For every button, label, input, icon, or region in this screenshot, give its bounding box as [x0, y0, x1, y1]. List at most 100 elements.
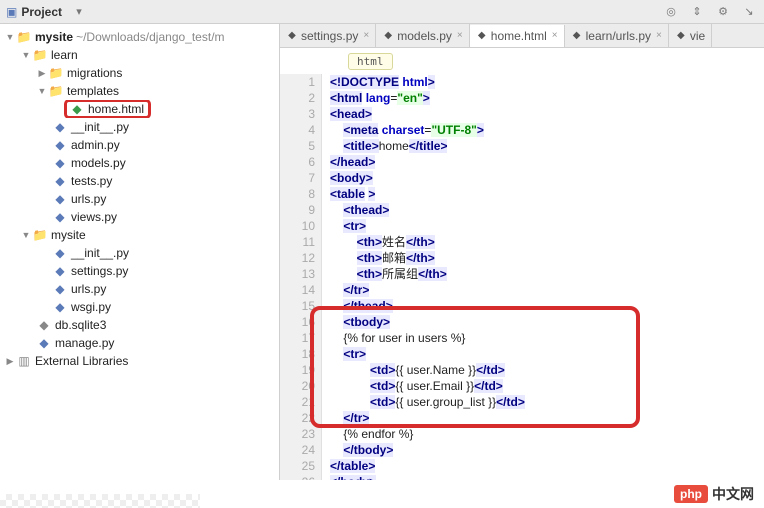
tab-home-html[interactable]: ◆ home.html ×: [470, 25, 565, 48]
tab-views[interactable]: ◆ vie: [669, 24, 712, 47]
tree-file-db[interactable]: ◆ db.sqlite3: [0, 316, 279, 334]
watermark-text: 中文网: [712, 484, 754, 504]
checker-background: [0, 494, 200, 508]
close-icon[interactable]: ×: [363, 30, 369, 41]
code-line[interactable]: </head>: [330, 154, 764, 170]
folder-icon: 📁: [32, 228, 48, 242]
tree-file-admin[interactable]: ◆ admin.py: [0, 136, 279, 154]
tree-label: models.py: [71, 156, 126, 170]
breadcrumb-item[interactable]: html: [348, 53, 393, 70]
tree-file-models[interactable]: ◆ models.py: [0, 154, 279, 172]
python-file-icon: ◆: [52, 282, 68, 296]
chevron-right-icon[interactable]: ▶: [4, 356, 16, 367]
tree-file-init[interactable]: ◆ __init__.py: [0, 118, 279, 136]
tab-models[interactable]: ◆ models.py ×: [376, 24, 470, 47]
chevron-right-icon[interactable]: ▶: [36, 68, 48, 79]
code-line[interactable]: </thead>: [330, 298, 764, 314]
code-line[interactable]: {% for user in users %}: [330, 330, 764, 346]
chevron-down-icon[interactable]: ▼: [4, 32, 16, 42]
tree-label: mysite: [51, 228, 86, 242]
code-line[interactable]: <table >: [330, 186, 764, 202]
code-line[interactable]: <td>{{ user.Name }}</td>: [330, 362, 764, 378]
tree-label: urls.py: [71, 282, 106, 296]
code-line[interactable]: <th>姓名</th>: [330, 234, 764, 250]
code-line[interactable]: <title>home</title>: [330, 138, 764, 154]
python-file-icon: ◆: [675, 30, 687, 42]
code-line[interactable]: </tr>: [330, 282, 764, 298]
python-file-icon: ◆: [52, 300, 68, 314]
collapse-icon[interactable]: ⇕: [688, 3, 706, 21]
code-line[interactable]: <tr>: [330, 218, 764, 234]
project-icon: ▣: [6, 5, 17, 19]
tree-label: home.html: [88, 102, 144, 116]
dropdown-icon[interactable]: ▾: [70, 3, 88, 21]
tree-label: db.sqlite3: [55, 318, 106, 332]
code-line[interactable]: <body>: [330, 170, 764, 186]
tree-label: External Libraries: [35, 354, 128, 368]
code-line[interactable]: <thead>: [330, 202, 764, 218]
tree-path: ~/Downloads/django_test/m: [73, 30, 225, 44]
tree-folder-templates[interactable]: ▼ 📁 templates: [0, 82, 279, 100]
tree-label: urls.py: [71, 192, 106, 206]
watermark: php 中文网: [674, 480, 754, 508]
code-line[interactable]: <!DOCTYPE html>: [330, 74, 764, 90]
code-line[interactable]: </table>: [330, 458, 764, 474]
close-icon[interactable]: ×: [656, 30, 662, 41]
code-line[interactable]: </tr>: [330, 410, 764, 426]
tab-label: home.html: [491, 29, 547, 43]
tree-file-wsgi[interactable]: ◆ wsgi.py: [0, 298, 279, 316]
code-line[interactable]: <th>所属组</th>: [330, 266, 764, 282]
tree-file-mysite-init[interactable]: ◆ __init__.py: [0, 244, 279, 262]
breadcrumb: html: [280, 48, 764, 74]
tree-file-urls[interactable]: ◆ urls.py: [0, 190, 279, 208]
tab-label: vie: [690, 29, 705, 43]
tree-file-home-html[interactable]: ◆ home.html: [0, 100, 279, 118]
tree-label: templates: [67, 84, 119, 98]
gear-icon[interactable]: ⚙: [714, 3, 732, 21]
close-icon[interactable]: ×: [457, 30, 463, 41]
tree-folder-migrations[interactable]: ▶ 📁 migrations: [0, 64, 279, 82]
target-icon[interactable]: ◎: [662, 3, 680, 21]
tab-learn-urls[interactable]: ◆ learn/urls.py ×: [565, 24, 669, 47]
project-title: Project: [21, 5, 62, 19]
chevron-down-icon[interactable]: ▼: [20, 230, 32, 240]
tree-file-mysite-urls[interactable]: ◆ urls.py: [0, 280, 279, 298]
python-file-icon: ◆: [52, 120, 68, 134]
code-line[interactable]: <meta charset="UTF-8">: [330, 122, 764, 138]
tree-file-settings[interactable]: ◆ settings.py: [0, 262, 279, 280]
folder-icon: 📁: [32, 48, 48, 62]
tree-label: tests.py: [71, 174, 112, 188]
line-gutter[interactable]: 1234567891011121314151617181920212223242…: [280, 74, 322, 480]
chevron-down-icon[interactable]: ▼: [20, 50, 32, 60]
tree-label: admin.py: [71, 138, 120, 152]
code-line[interactable]: <th>邮箱</th>: [330, 250, 764, 266]
tree-file-views[interactable]: ◆ views.py: [0, 208, 279, 226]
tree-folder-mysite[interactable]: ▼ 📁 mysite: [0, 226, 279, 244]
tree-label: mysite: [35, 30, 73, 44]
tree-file-manage[interactable]: ◆ manage.py: [0, 334, 279, 352]
code-editor[interactable]: <!DOCTYPE html><html lang="en"><head> <m…: [322, 74, 764, 480]
code-line[interactable]: <td>{{ user.Email }}</td>: [330, 378, 764, 394]
minimize-icon[interactable]: ↘: [740, 3, 758, 21]
code-line[interactable]: <tr>: [330, 346, 764, 362]
code-line[interactable]: <tbody>: [330, 314, 764, 330]
tree-external-libraries[interactable]: ▶ ▥ External Libraries: [0, 352, 279, 370]
tree-file-tests[interactable]: ◆ tests.py: [0, 172, 279, 190]
close-icon[interactable]: ×: [552, 30, 558, 41]
code-line[interactable]: <head>: [330, 106, 764, 122]
code-line[interactable]: </tbody>: [330, 442, 764, 458]
tree-label: migrations: [67, 66, 122, 80]
project-tree[interactable]: ▼ 📁 mysite ~/Downloads/django_test/m ▼ 📁…: [0, 24, 280, 480]
html-file-icon: ◆: [69, 102, 85, 116]
tab-settings[interactable]: ◆ settings.py ×: [280, 24, 376, 47]
python-file-icon: ◆: [52, 210, 68, 224]
python-file-icon: ◆: [52, 264, 68, 278]
code-line[interactable]: <html lang="en">: [330, 90, 764, 106]
editor-tabs: ◆ settings.py × ◆ models.py × ◆ home.htm…: [280, 24, 764, 48]
chevron-down-icon[interactable]: ▼: [36, 86, 48, 96]
tree-root[interactable]: ▼ 📁 mysite ~/Downloads/django_test/m: [0, 28, 279, 46]
tree-folder-learn[interactable]: ▼ 📁 learn: [0, 46, 279, 64]
code-line[interactable]: <td>{{ user.group_list }}</td>: [330, 394, 764, 410]
code-line[interactable]: {% endfor %}: [330, 426, 764, 442]
python-file-icon: ◆: [52, 192, 68, 206]
